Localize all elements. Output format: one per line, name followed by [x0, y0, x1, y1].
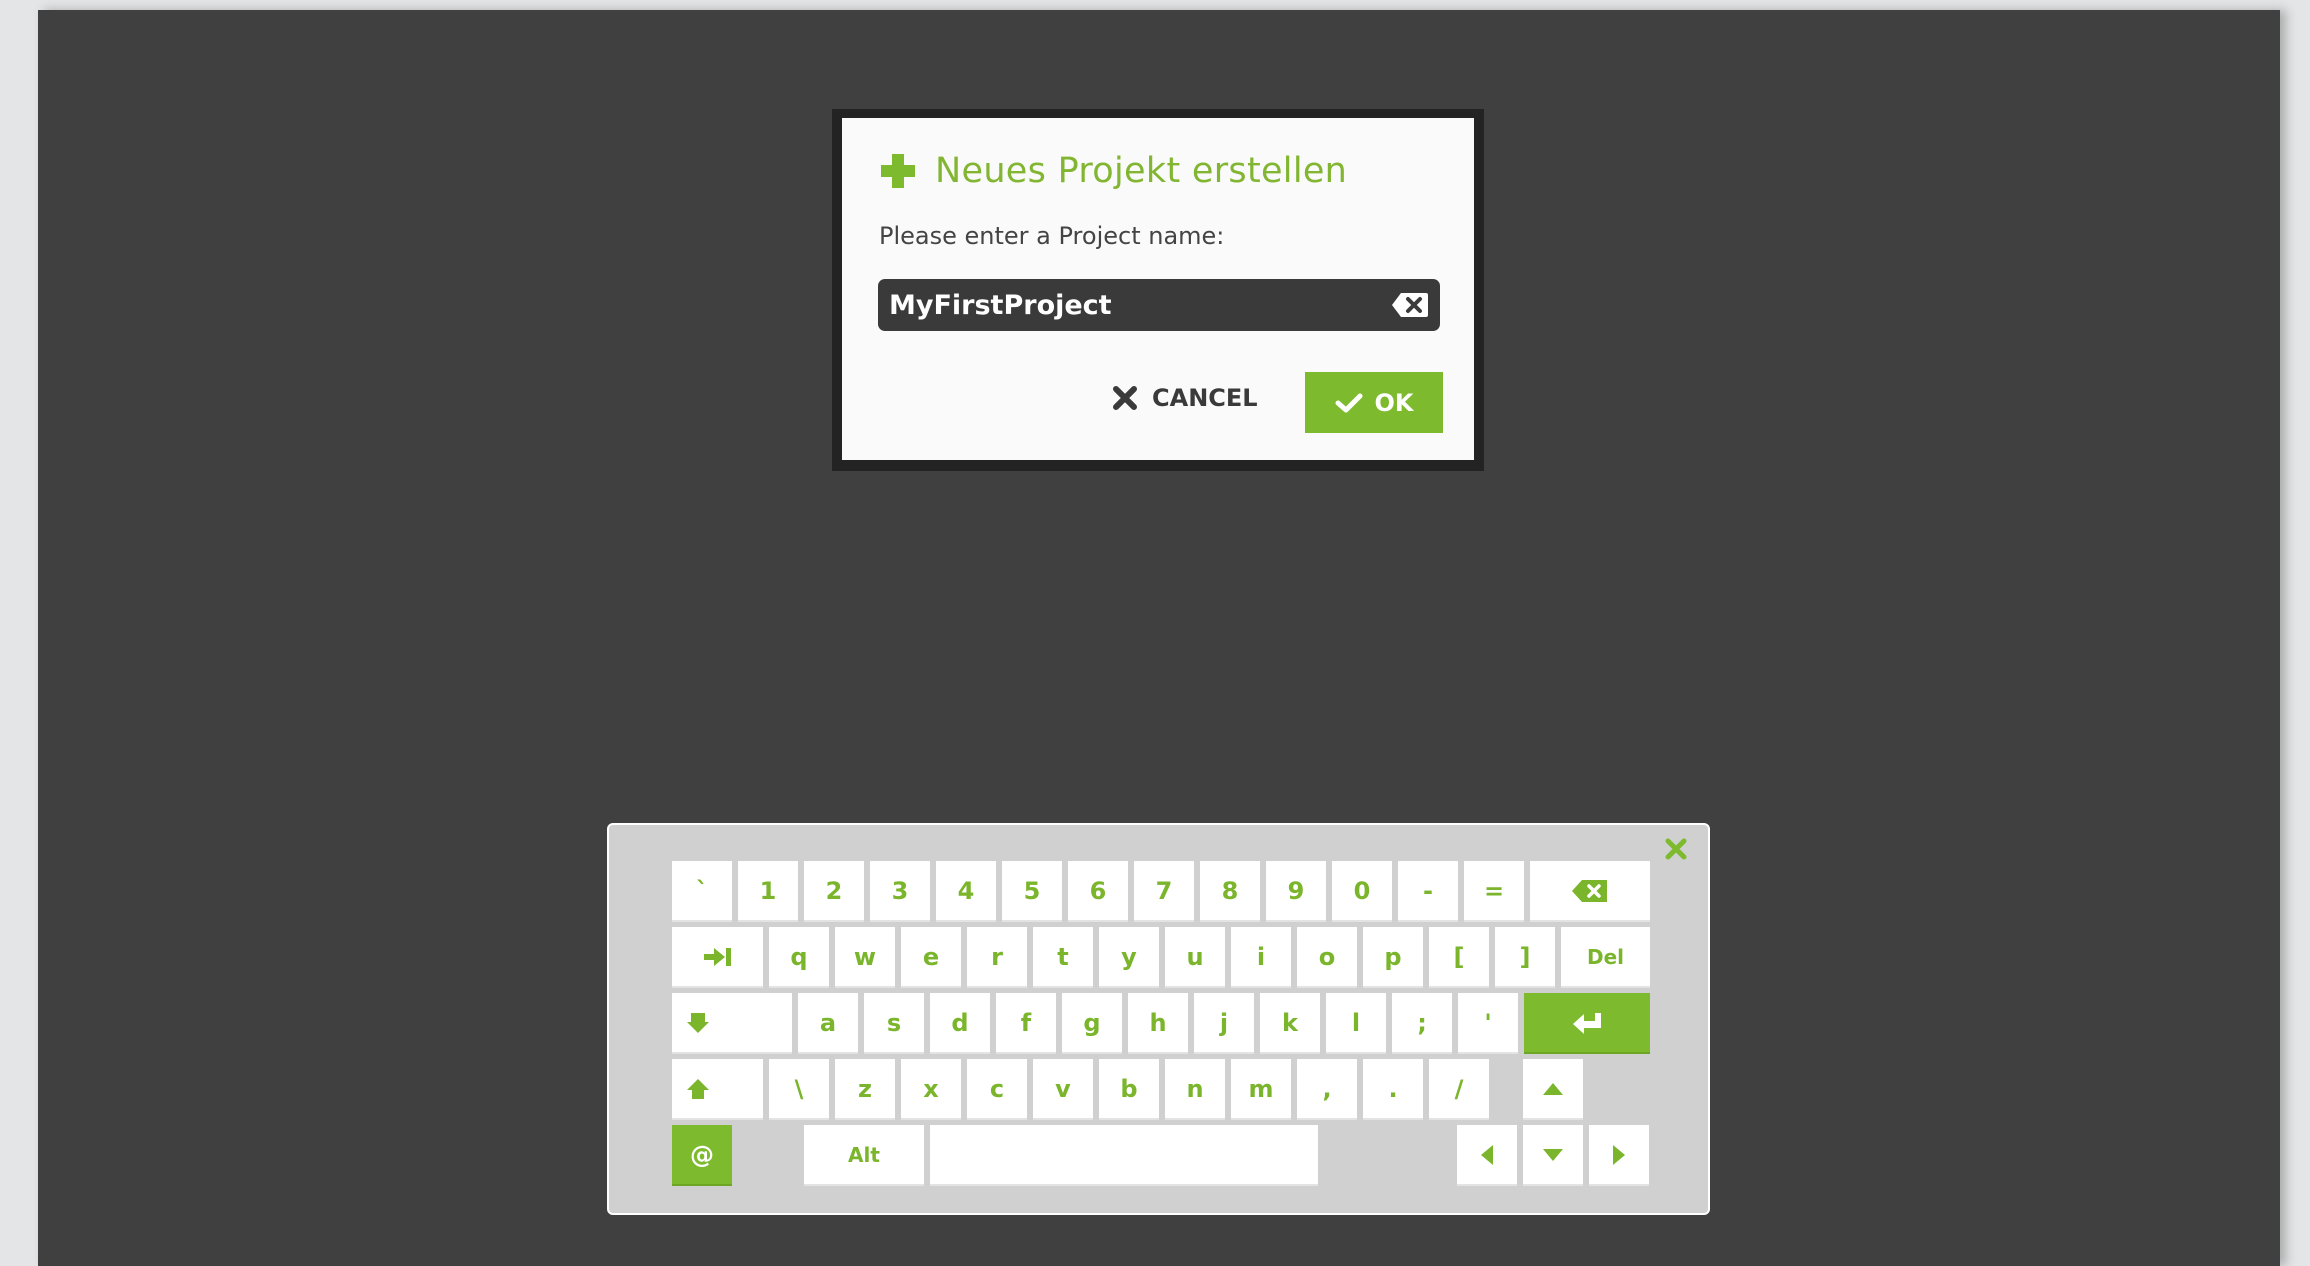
key-enter[interactable]	[1524, 993, 1650, 1054]
key-s[interactable]: s	[864, 993, 924, 1054]
key-3[interactable]: 3	[870, 861, 930, 922]
close-icon	[1113, 386, 1137, 410]
key-slash[interactable]: /	[1429, 1059, 1489, 1120]
key-shift[interactable]	[672, 1059, 763, 1120]
key-tab[interactable]	[672, 927, 763, 988]
key-v[interactable]: v	[1033, 1059, 1093, 1120]
shift-icon-wrap	[672, 1077, 763, 1101]
key-f[interactable]: f	[996, 993, 1056, 1054]
key-2[interactable]: 2	[804, 861, 864, 922]
key-right-bracket[interactable]: ]	[1495, 927, 1555, 988]
key-b[interactable]: b	[1099, 1059, 1159, 1120]
key-m[interactable]: m	[1231, 1059, 1291, 1120]
arrow-up-icon	[1543, 1082, 1563, 1095]
dialog-prompt: Please enter a Project name:	[879, 222, 1225, 250]
key-u[interactable]: u	[1165, 927, 1225, 988]
arrow-down-icon	[1543, 1148, 1563, 1161]
key-arrow-down[interactable]	[1523, 1125, 1583, 1186]
plus-icon	[881, 154, 915, 188]
key-g[interactable]: g	[1062, 993, 1122, 1054]
key-delete[interactable]: Del	[1561, 927, 1650, 988]
key-z[interactable]: z	[835, 1059, 895, 1120]
key-minus[interactable]: -	[1398, 861, 1458, 922]
key-equals[interactable]: =	[1464, 861, 1524, 922]
key-4[interactable]: 4	[936, 861, 996, 922]
key-d[interactable]: d	[930, 993, 990, 1054]
dialog-title-row: Neues Projekt erstellen	[879, 146, 1347, 196]
key-arrow-left[interactable]	[1457, 1125, 1517, 1186]
key-9[interactable]: 9	[1266, 861, 1326, 922]
key-comma[interactable]: ,	[1297, 1059, 1357, 1120]
key-semicolon[interactable]: ;	[1392, 993, 1452, 1054]
key-q[interactable]: q	[769, 927, 829, 988]
key-6[interactable]: 6	[1068, 861, 1128, 922]
key-k[interactable]: k	[1260, 993, 1320, 1054]
key-a[interactable]: a	[798, 993, 858, 1054]
ok-label: OK	[1374, 388, 1414, 417]
key-p[interactable]: p	[1363, 927, 1423, 988]
enter-icon	[1573, 1012, 1601, 1034]
caps-lock-icon	[687, 1012, 709, 1033]
key-left-bracket[interactable]: [	[1429, 927, 1489, 988]
dialog-title: Neues Projekt erstellen	[935, 151, 1348, 191]
key-caps-lock[interactable]	[672, 993, 792, 1054]
key-1[interactable]: 1	[738, 861, 798, 922]
cancel-button[interactable]: CANCEL	[1112, 372, 1258, 424]
clear-input-icon[interactable]	[1391, 291, 1429, 319]
key-arrow-right[interactable]	[1589, 1125, 1649, 1186]
key-8[interactable]: 8	[1200, 861, 1260, 922]
key-r[interactable]: r	[967, 927, 1027, 988]
key-h[interactable]: h	[1128, 993, 1188, 1054]
shift-icon	[687, 1078, 709, 1099]
key-apostrophe[interactable]: '	[1458, 993, 1518, 1054]
checkmark-icon	[1335, 393, 1362, 412]
key-y[interactable]: y	[1099, 927, 1159, 988]
key-5[interactable]: 5	[1002, 861, 1062, 922]
key-w[interactable]: w	[835, 927, 895, 988]
key-o[interactable]: o	[1297, 927, 1357, 988]
key-t[interactable]: t	[1033, 927, 1093, 988]
keyboard-close-icon[interactable]	[1664, 837, 1688, 861]
tab-icon	[703, 947, 731, 966]
ok-button[interactable]: OK	[1305, 372, 1443, 433]
project-name-field[interactable]	[878, 279, 1440, 331]
key-i[interactable]: i	[1231, 927, 1291, 988]
key-n[interactable]: n	[1165, 1059, 1225, 1120]
key-x[interactable]: x	[901, 1059, 961, 1120]
on-screen-keyboard: ` 1 2 3 4 5 6 7 8 9 0 - = q w e r t y u …	[607, 823, 1710, 1215]
key-e[interactable]: e	[901, 927, 961, 988]
project-name-input[interactable]	[889, 284, 1369, 326]
caps-lock-icon-wrap	[672, 1011, 792, 1035]
key-backspace[interactable]	[1530, 861, 1650, 922]
arrow-left-icon	[1481, 1144, 1493, 1165]
key-j[interactable]: j	[1194, 993, 1254, 1054]
key-c[interactable]: c	[967, 1059, 1027, 1120]
key-backtick[interactable]: `	[672, 861, 732, 922]
key-backslash[interactable]: \	[769, 1059, 829, 1120]
key-arrow-up[interactable]	[1523, 1059, 1583, 1120]
key-alt[interactable]: Alt	[804, 1125, 924, 1186]
cancel-label: CANCEL	[1152, 384, 1258, 412]
key-at[interactable]: @	[672, 1125, 732, 1186]
key-period[interactable]: .	[1363, 1059, 1423, 1120]
new-project-dialog: Neues Projekt erstellen Please enter a P…	[842, 118, 1474, 460]
key-0[interactable]: 0	[1332, 861, 1392, 922]
key-l[interactable]: l	[1326, 993, 1386, 1054]
arrow-right-icon	[1613, 1144, 1625, 1165]
key-space[interactable]	[930, 1125, 1318, 1186]
backspace-icon	[1572, 879, 1607, 902]
key-7[interactable]: 7	[1134, 861, 1194, 922]
